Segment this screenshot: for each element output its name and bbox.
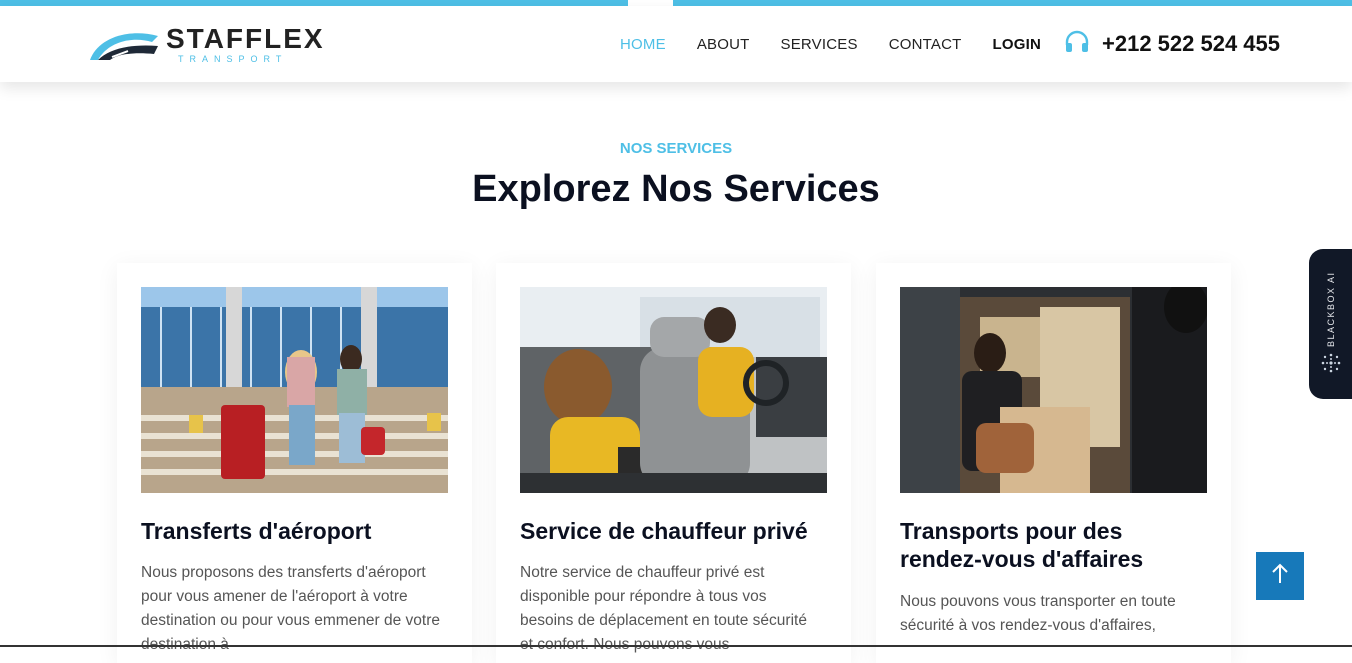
airport-photo bbox=[141, 287, 448, 493]
nav-services-link[interactable]: SERVICES bbox=[781, 36, 858, 53]
nav-about-link[interactable]: ABOUT bbox=[697, 36, 750, 53]
service-card-business[interactable]: Transports pour des rendez-vous d'affair… bbox=[876, 263, 1231, 663]
card-text: Nous proposons des transferts d'aéroport… bbox=[141, 564, 440, 653]
card-text: Nous pouvons vous transporter en toute s… bbox=[900, 593, 1176, 634]
nav-login-link[interactable]: LOGIN bbox=[992, 36, 1041, 53]
card-title[interactable]: Transferts d'aéroport bbox=[141, 517, 451, 545]
phone-contact[interactable]: +212 522 524 455 bbox=[1064, 6, 1280, 82]
nav-contact-link[interactable]: CONTACT bbox=[889, 36, 962, 53]
nav-home-link[interactable]: HOME bbox=[620, 36, 666, 53]
widget-label: BLACKBOX AI bbox=[1326, 271, 1336, 347]
phone-number[interactable]: +212 522 524 455 bbox=[1102, 31, 1280, 57]
brand-name: STAFFLEX bbox=[166, 22, 325, 54]
brand-logo[interactable]: STAFFLEX TRANSPORT bbox=[88, 20, 323, 68]
sparkle-icon bbox=[1321, 353, 1341, 373]
arrow-up-icon bbox=[1271, 563, 1289, 590]
card-title[interactable]: Service de chauffeur privé bbox=[520, 517, 830, 545]
business-photo bbox=[900, 287, 1207, 493]
road-logo-icon bbox=[88, 24, 160, 64]
headset-icon bbox=[1064, 30, 1090, 59]
main-nav: HOME ABOUT SERVICES CONTACT LOGIN bbox=[620, 6, 1072, 82]
section-tag: NOS SERVICES bbox=[619, 140, 733, 157]
service-card-chauffeur[interactable]: Service de chauffeur privé Notre service… bbox=[496, 263, 851, 663]
brand-tagline: TRANSPORT bbox=[178, 53, 288, 64]
service-card-airport[interactable]: Transferts d'aéroport Nous proposons des… bbox=[117, 263, 472, 663]
site-header: STAFFLEX TRANSPORT HOME ABOUT SERVICES C… bbox=[0, 6, 1352, 82]
section-title: Explorez Nos Services bbox=[472, 168, 880, 210]
scroll-top-button[interactable] bbox=[1256, 552, 1304, 600]
blackbox-ai-widget[interactable]: BLACKBOX AI bbox=[1309, 249, 1352, 399]
card-text: Notre service de chauffeur privé est dis… bbox=[520, 564, 807, 653]
card-title[interactable]: Transports pour des rendez-vous d'affair… bbox=[900, 517, 1210, 573]
chauffeur-photo bbox=[520, 287, 827, 493]
